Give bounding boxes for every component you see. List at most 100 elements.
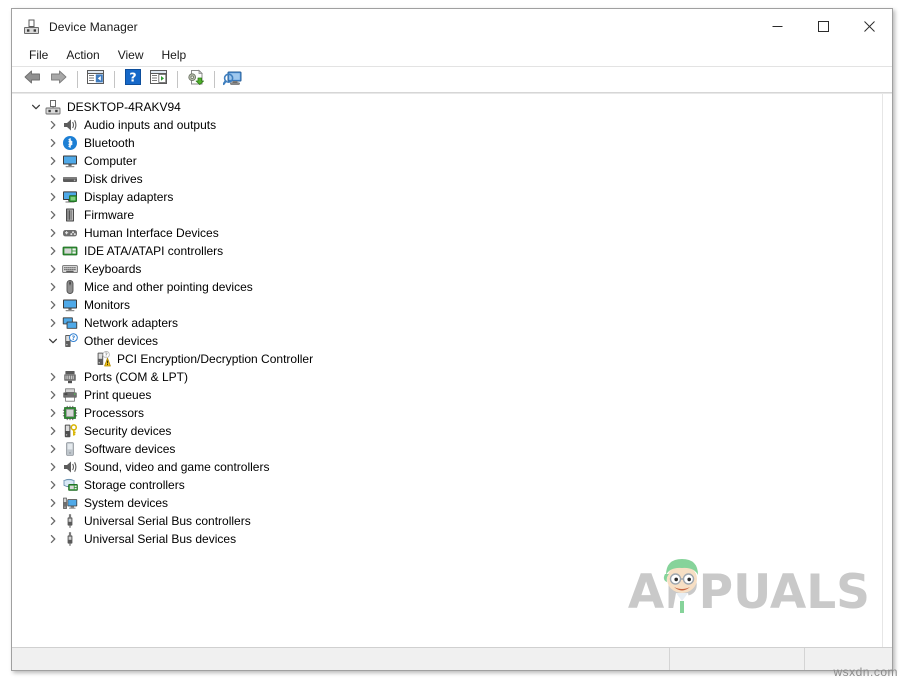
toolbar: ? [12,67,892,93]
tree-item-label: Monitors [84,298,131,312]
forward-icon [49,69,68,90]
tree-item-processors[interactable]: Processors [12,404,883,422]
wsxdn-watermark: wsxdn.com [833,665,898,679]
tree-item-label: Network adapters [84,316,179,330]
close-button[interactable] [846,9,892,44]
chevron-right-icon[interactable] [45,260,61,278]
unknown-device-warning-icon: ? [94,350,112,368]
unknown-device-icon: ? [61,332,79,350]
tree-item-disk-drives[interactable]: Disk drives [12,170,883,188]
chevron-right-icon[interactable] [45,296,61,314]
tree-item-other-devices[interactable]: ? Other devices [12,332,883,350]
tree-item-label: Universal Serial Bus devices [84,532,237,546]
back-icon [23,69,42,90]
tree-item-label: Computer [84,154,137,168]
maximize-button[interactable] [800,9,846,44]
chevron-down-icon[interactable] [45,332,61,350]
chevron-right-icon[interactable] [45,242,61,260]
tree-item-label: Processors [84,406,145,420]
disk-drive-icon [61,170,79,188]
chevron-right-icon[interactable] [45,386,61,404]
ide-controller-icon [61,242,79,260]
menu-help[interactable]: Help [153,46,196,65]
chevron-right-icon[interactable] [45,278,61,296]
back-button[interactable] [20,68,45,91]
speaker-icon [61,116,79,134]
tree-item-system-devices[interactable]: System devices [12,494,883,512]
chevron-right-icon[interactable] [45,458,61,476]
tree-item-ports-com-lpt[interactable]: Ports (COM & LPT) [12,368,883,386]
monitor-icon [61,152,79,170]
properties-button[interactable] [146,68,171,91]
tree-item-ide-ata-atapi-controllers[interactable]: IDE ATA/ATAPI controllers [12,242,883,260]
toolbar-separator-1 [77,71,78,88]
tree-item-pci-encryption-decryption-controller[interactable]: ? PCI Encryption/Decryption Controller [12,350,883,368]
tree-item-label: Sound, video and game controllers [84,460,270,474]
tree-item-bluetooth[interactable]: Bluetooth [12,134,883,152]
tree-item-universal-serial-bus-controllers[interactable]: Universal Serial Bus controllers [12,512,883,530]
scan-hardware-changes-button[interactable] [220,68,245,91]
show-hide-console-tree-icon [87,69,104,90]
tree-item-mice-and-other-pointing-devices[interactable]: Mice and other pointing devices [12,278,883,296]
tree-item-firmware[interactable]: Firmware [12,206,883,224]
status-message [12,648,669,670]
update-driver-button[interactable] [183,68,208,91]
scan-hardware-changes-icon [222,69,242,91]
tree-item-security-devices[interactable]: Security devices [12,422,883,440]
processor-icon [61,404,79,422]
status-segment-b [669,648,804,670]
tree-item-software-devices[interactable]: Software devices [12,440,883,458]
tree-item-label: Storage controllers [84,478,185,492]
chevron-right-icon[interactable] [45,116,61,134]
menu-file[interactable]: File [20,46,57,65]
chevron-down-icon[interactable] [28,98,44,116]
chevron-right-icon[interactable] [45,206,61,224]
tree-item-computer[interactable]: Computer [12,152,883,170]
chevron-right-icon[interactable] [45,494,61,512]
computer-root-icon [44,98,62,116]
chevron-right-icon[interactable] [45,314,61,332]
tree-item-label: Human Interface Devices [84,226,219,240]
chevron-right-icon[interactable] [45,512,61,530]
device-tree[interactable]: DESKTOP-4RAKV94 Audio inputs and outputs B… [12,94,883,647]
tree-item-sound-video-and-game-controllers[interactable]: Sound, video and game controllers [12,458,883,476]
tree-item-label: Security devices [84,424,172,438]
tree-item-audio-inputs-and-outputs[interactable]: Audio inputs and outputs [12,116,883,134]
tree-item-print-queues[interactable]: Print queues [12,386,883,404]
tree-item-storage-controllers[interactable]: Storage controllers [12,476,883,494]
chevron-right-icon[interactable] [45,404,61,422]
chevron-right-icon[interactable] [45,530,61,548]
tree-item-label: Mice and other pointing devices [84,280,253,294]
chevron-right-icon[interactable] [45,224,61,242]
tree-item-label: Disk drives [84,172,143,186]
tree-item-keyboards[interactable]: Keyboards [12,260,883,278]
forward-button[interactable] [46,68,71,91]
tree-item-monitors[interactable]: Monitors [12,296,883,314]
tree-item-network-adapters[interactable]: Network adapters [12,314,883,332]
chevron-right-icon[interactable] [45,422,61,440]
chevron-right-icon[interactable] [45,440,61,458]
tree-item-human-interface-devices[interactable]: Human Interface Devices [12,224,883,242]
tree-item-label: Display adapters [84,190,174,204]
tree-item-universal-serial-bus-devices[interactable]: Universal Serial Bus devices [12,530,883,548]
menu-view[interactable]: View [109,46,153,65]
svg-text:?: ? [72,335,76,342]
chevron-right-icon[interactable] [45,368,61,386]
minimize-button[interactable] [754,9,800,44]
tree-item-label: Firmware [84,208,134,222]
tree-item-desktop-4rakv94[interactable]: DESKTOP-4RAKV94 [12,98,883,116]
tree-item-display-adapters[interactable]: Display adapters [12,188,883,206]
help-button[interactable]: ? [120,68,145,91]
port-icon [61,368,79,386]
chevron-right-icon[interactable] [45,152,61,170]
tree-scroll-edge[interactable] [882,94,892,647]
window-title: Device Manager [49,19,138,34]
chevron-right-icon[interactable] [45,476,61,494]
tree-item-label: Ports (COM & LPT) [84,370,189,384]
chevron-right-icon[interactable] [45,188,61,206]
show-hide-console-tree-button[interactable] [83,68,108,91]
content-area: DESKTOP-4RAKV94 Audio inputs and outputs B… [12,93,892,647]
menu-action[interactable]: Action [57,46,108,65]
chevron-right-icon[interactable] [45,134,61,152]
chevron-right-icon[interactable] [45,170,61,188]
